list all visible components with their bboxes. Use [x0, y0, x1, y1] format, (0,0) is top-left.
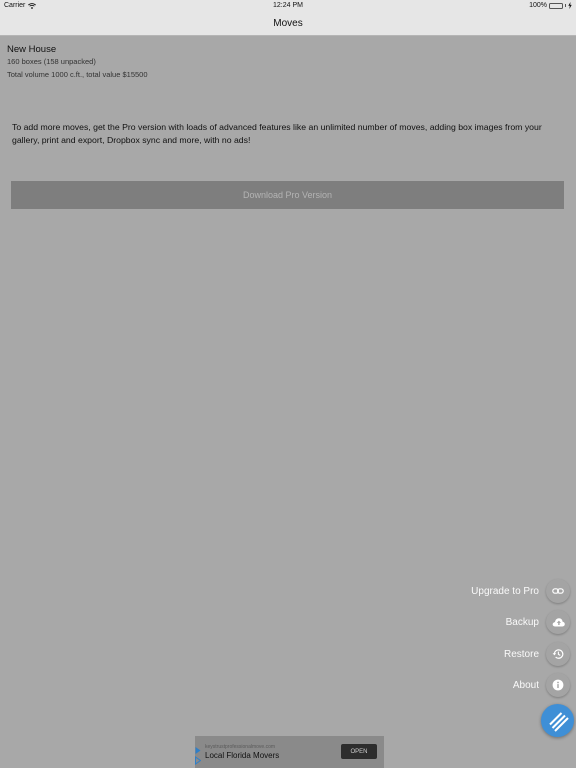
status-bar: Carrier 12:24 PM 100%	[0, 0, 576, 12]
charging-icon	[568, 2, 572, 9]
move-box-count: 160 boxes (158 unpacked)	[7, 57, 96, 66]
pro-upgrade-message: To add more moves, get the Pro version w…	[12, 122, 542, 145]
fab-about-label: About	[512, 679, 539, 691]
menu-stripes-icon	[548, 711, 569, 732]
fab-backup-label: Backup	[505, 616, 539, 628]
ad-title[interactable]: Local Florida Movers	[205, 751, 279, 760]
move-list-item[interactable]: New House 160 boxes (158 unpacked) Total…	[7, 43, 148, 81]
battery-status: 100%	[529, 2, 572, 9]
fab-item-about[interactable]: About	[513, 673, 570, 697]
upgrade-button[interactable]	[546, 579, 570, 603]
battery-percent: 100%	[529, 2, 547, 9]
fab-item-backup[interactable]: Backup	[506, 610, 570, 634]
nav-bar: Moves	[0, 12, 576, 36]
backup-button[interactable]	[546, 610, 570, 634]
fab-item-restore[interactable]: Restore	[504, 642, 570, 666]
fab-item-upgrade[interactable]: Upgrade to Pro	[471, 579, 570, 603]
history-icon	[552, 649, 564, 659]
status-time: 12:24 PM	[273, 2, 303, 9]
about-button[interactable]	[546, 673, 570, 697]
ad-url: keystrustprofessionalmove.com	[205, 744, 276, 750]
ad-open-button[interactable]: OPEN	[341, 744, 377, 759]
ad-banner[interactable]: keystrustprofessionalmove.com Local Flor…	[195, 736, 384, 768]
cloud-upload-icon	[552, 618, 565, 627]
ad-choices-icon[interactable]	[195, 747, 201, 765]
fab-restore-label: Restore	[503, 648, 539, 660]
link-icon	[552, 588, 564, 594]
move-totals: Total volume 1000 c.ft., total value $15…	[7, 69, 148, 79]
battery-icon	[549, 2, 563, 9]
fab-upgrade-label: Upgrade to Pro	[471, 585, 539, 597]
info-icon	[552, 679, 564, 691]
fab-menu-button[interactable]	[541, 704, 574, 737]
restore-button[interactable]	[546, 642, 570, 666]
move-name: New House	[7, 44, 57, 55]
page-title: Moves	[273, 18, 303, 29]
download-pro-button[interactable]: Download Pro Version	[11, 181, 564, 209]
